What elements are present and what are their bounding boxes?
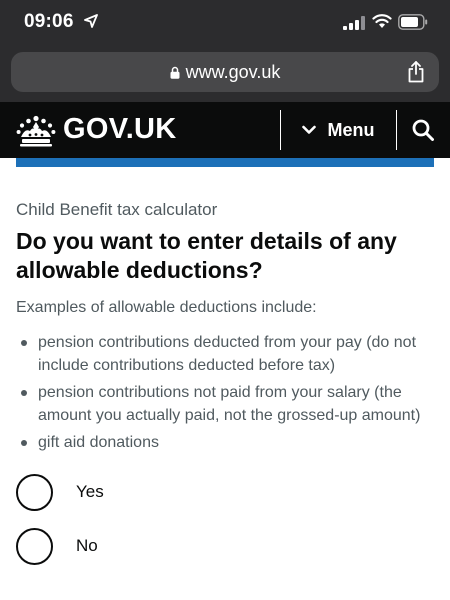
bullet-dot bbox=[21, 440, 27, 446]
radio-yes[interactable] bbox=[16, 473, 53, 511]
list-item-text: pension contributions not paid from your… bbox=[38, 384, 421, 424]
menu-label: Menu bbox=[327, 119, 375, 140]
radio-label-no[interactable]: No bbox=[76, 536, 98, 556]
address-bar[interactable]: www.gov.uk bbox=[11, 52, 439, 92]
url-text: www.gov.uk bbox=[185, 61, 281, 82]
bullet-dot bbox=[21, 390, 27, 396]
main-content: Child Benefit tax calculator Do you want… bbox=[16, 198, 434, 578]
page-title: Do you want to enter details of any allo… bbox=[16, 228, 397, 283]
crown-icon[interactable] bbox=[16, 115, 56, 147]
menu-button[interactable]: Menu bbox=[286, 110, 390, 150]
lock-icon bbox=[170, 66, 180, 79]
search-icon bbox=[412, 119, 434, 141]
list-item-text: gift aid donations bbox=[38, 434, 159, 451]
list-item: pension contributions not paid from your… bbox=[16, 381, 434, 427]
page-caption: Child Benefit tax calculator bbox=[16, 200, 218, 219]
status-time: 09:06 bbox=[24, 11, 74, 32]
chevron-down-icon bbox=[301, 125, 316, 134]
list-item-text: pension contributions deducted from your… bbox=[38, 334, 417, 374]
header-divider bbox=[280, 110, 281, 150]
deductions-radio-group: Yes No bbox=[16, 470, 434, 568]
deductions-list: pension contributions deducted from your… bbox=[16, 331, 434, 454]
radio-option-no[interactable]: No bbox=[16, 524, 434, 568]
address-bar-content: www.gov.uk bbox=[11, 52, 439, 92]
radio-no[interactable] bbox=[16, 527, 53, 565]
share-icon[interactable] bbox=[407, 61, 425, 83]
status-bar: 09:06 bbox=[0, 0, 450, 44]
cellular-signal-icon bbox=[343, 16, 365, 30]
radio-option-yes[interactable]: Yes bbox=[16, 470, 434, 514]
browser-toolbar: www.gov.uk bbox=[0, 44, 450, 102]
search-button[interactable] bbox=[400, 110, 446, 150]
battery-icon bbox=[398, 14, 428, 30]
location-arrow-icon bbox=[84, 14, 98, 28]
radio-label-yes[interactable]: Yes bbox=[76, 482, 104, 502]
list-item: pension contributions deducted from your… bbox=[16, 331, 434, 377]
list-item: gift aid donations bbox=[16, 431, 434, 454]
govuk-logo-text[interactable]: GOV.UK bbox=[63, 113, 177, 146]
wifi-icon bbox=[372, 14, 392, 28]
govuk-header: GOV.UK Menu bbox=[0, 102, 450, 158]
app-screen: 09:06 www.gov.uk GOV.UK Menu Child Benef… bbox=[0, 0, 450, 600]
header-accent-bar bbox=[16, 158, 434, 167]
bullet-dot bbox=[21, 340, 27, 346]
header-divider bbox=[396, 110, 397, 150]
hint-text: Examples of allowable deductions include… bbox=[16, 299, 317, 316]
